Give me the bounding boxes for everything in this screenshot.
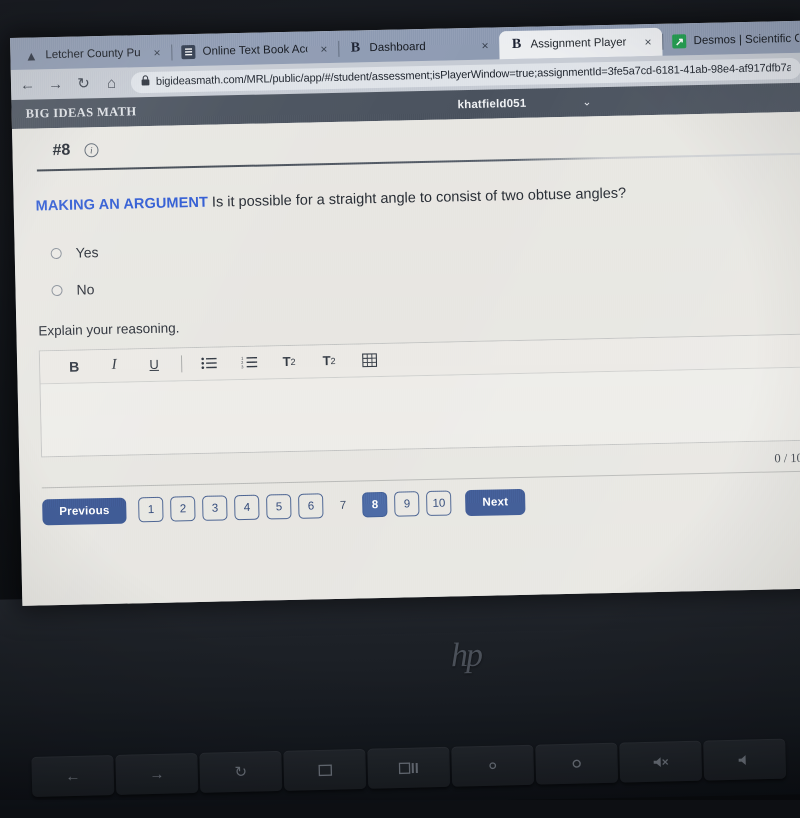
choice-label: Yes — [75, 244, 99, 261]
page-button-1[interactable]: 1 — [138, 496, 164, 523]
browser-tab-label: Online Text Book Account — [202, 43, 308, 58]
desmos-icon: ↗ — [672, 34, 687, 49]
back-key[interactable]: ← — [31, 754, 115, 797]
url-text: bigideasmath.com/MRL/public/app/#/studen… — [155, 61, 791, 88]
page-button-2[interactable]: 2 — [170, 496, 196, 522]
toolbar-separator — [180, 355, 183, 373]
brightness-up-key[interactable] — [535, 742, 619, 785]
browser-tab-online-text-book[interactable]: ☰ Online Text Book Account × — [171, 35, 338, 67]
reload-key[interactable]: ↻ — [199, 750, 283, 793]
tab-close-icon[interactable]: × — [642, 35, 653, 49]
photo-scene: hp ← → ↻ ▲ Letcher County Public × ☰ Onl… — [0, 0, 800, 810]
school-icon: ▲ — [24, 47, 38, 64]
underline-button[interactable]: U — [134, 351, 175, 378]
page-button-9[interactable]: 9 — [394, 491, 420, 517]
insert-table-button[interactable] — [349, 346, 390, 373]
subscript-button[interactable]: T2 — [309, 347, 350, 374]
bullet-list-button[interactable] — [189, 350, 230, 377]
forward-icon[interactable]: → — [47, 75, 64, 92]
chromebook-screen: ▲ Letcher County Public Schools × ☰ Onli… — [10, 20, 800, 606]
italic-button[interactable]: I — [94, 352, 135, 379]
radio-no[interactable] — [51, 284, 63, 296]
page-button-3[interactable]: 3 — [202, 495, 228, 521]
previous-button[interactable]: Previous — [42, 497, 127, 525]
browser-tab-desmos[interactable]: ↗ Desmos | Scientific Calculator — [662, 25, 800, 56]
superscript-button[interactable]: T2 — [269, 348, 310, 375]
question-prompt: Is it possible for a straight angle to c… — [211, 185, 627, 211]
browser-tab-dashboard[interactable]: B Dashboard × — [338, 31, 500, 63]
info-icon[interactable]: i — [84, 143, 99, 158]
home-icon[interactable]: ⌂ — [103, 74, 120, 91]
browser-tab-letcher-county[interactable]: ▲ Letcher County Public Schools × — [14, 38, 172, 69]
rich-text-editor: B I U 1 2 3 T 2 T 2 — [38, 333, 800, 457]
page-button-10[interactable]: 10 — [426, 490, 452, 517]
mute-key[interactable] — [619, 740, 703, 783]
svg-text:3: 3 — [241, 364, 244, 369]
bold-button[interactable]: B — [54, 353, 95, 380]
fullscreen-key[interactable] — [283, 748, 367, 791]
tab-close-icon[interactable]: × — [318, 42, 329, 56]
browser-tab-assignment-player[interactable]: B Assignment Player × — [499, 27, 663, 60]
question-number: #8 — [52, 141, 71, 160]
page-button-4[interactable]: 4 — [234, 494, 260, 521]
numbered-list-button[interactable]: 1 2 3 — [229, 349, 270, 376]
tab-close-icon[interactable]: × — [479, 39, 490, 53]
question-tag: MAKING AN ARGUMENT — [35, 194, 209, 215]
page-button-8[interactable]: 8 — [362, 491, 388, 518]
forward-key[interactable]: → — [115, 752, 199, 795]
back-icon[interactable]: ← — [19, 76, 36, 93]
overview-key[interactable] — [367, 746, 451, 789]
brightness-down-key[interactable] — [451, 744, 535, 787]
browser-tab-label: Assignment Player — [530, 36, 627, 51]
page-button-7[interactable]: 7 — [330, 493, 356, 519]
volume-down-key[interactable] — [703, 738, 787, 781]
page-button-6[interactable]: 6 — [298, 493, 324, 519]
reload-icon[interactable]: ↻ — [75, 75, 92, 92]
big-ideas-math-logo: BIG IDEAS MATH — [25, 104, 137, 121]
radio-yes[interactable] — [50, 247, 62, 259]
tab-close-icon[interactable]: × — [151, 46, 162, 60]
username-label[interactable]: khatfield051 — [457, 97, 526, 110]
page-button-5[interactable]: 5 — [266, 494, 292, 520]
browser-tab-label: Desmos | Scientific Calculator — [693, 32, 800, 48]
chevron-down-icon[interactable]: ⌄ — [582, 95, 591, 108]
book-icon: ☰ — [181, 44, 196, 60]
assessment-body: #8 i MAKING AN ARGUMENT Is it possible f… — [11, 111, 800, 606]
browser-tab-label: Letcher County Public Schools — [45, 47, 141, 62]
big-ideas-math-icon: B — [350, 40, 361, 56]
browser-tab-label: Dashboard — [369, 40, 426, 55]
big-ideas-math-icon: B — [511, 36, 522, 53]
lock-icon — [141, 75, 150, 89]
choice-label: No — [76, 281, 95, 298]
next-button[interactable]: Next — [465, 488, 526, 516]
